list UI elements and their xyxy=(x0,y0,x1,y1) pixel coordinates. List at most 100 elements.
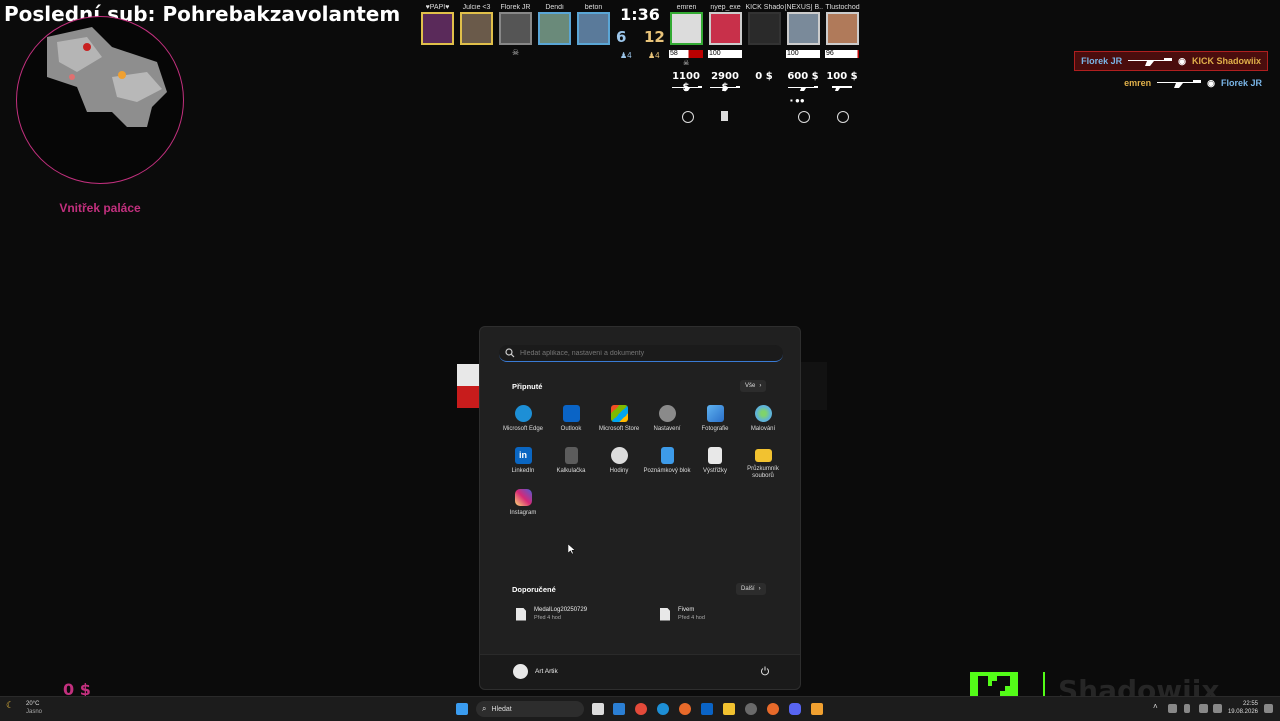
killfeed-killer: emren xyxy=(1124,78,1152,88)
t-team-row: emren nyep_exe KICK Shado... [NEXUS] B..… xyxy=(669,4,860,48)
t-score: 12 xyxy=(644,28,665,46)
radar-minimap xyxy=(16,16,184,184)
skull-icon: ☠ xyxy=(683,60,690,67)
ak47-icon xyxy=(1128,57,1173,66)
app-label: Kalkulačka xyxy=(556,468,586,474)
calculator-icon xyxy=(564,447,578,464)
chevron-right-icon: › xyxy=(759,383,762,389)
app-label: Nastavení xyxy=(653,426,681,432)
t-player-5-hp: 96 xyxy=(825,50,859,58)
defuse-icon xyxy=(682,111,694,123)
mouse-cursor-icon xyxy=(568,544,575,554)
killfeed-victim: Florek JR xyxy=(1220,78,1262,88)
pinned-app-linkedin[interactable]: in LinkedIn xyxy=(499,445,547,487)
more-button[interactable]: Další › xyxy=(736,583,766,595)
clock-date[interactable]: 19.08.2026 xyxy=(1226,709,1258,715)
player-avatar xyxy=(826,12,859,45)
obs-icon[interactable] xyxy=(811,703,823,715)
snipping-icon xyxy=(708,447,722,464)
recommended-item[interactable]: MedalLog20250729 Před 4 hod xyxy=(516,607,587,621)
taskbar: ☾ 20°C Jasno ⌕ Hledat ˄ 22:55 19.08.2026 xyxy=(0,696,1280,721)
file-icon xyxy=(660,607,670,621)
defuse-icon xyxy=(837,111,849,123)
t-player-1-hp: 58 xyxy=(669,50,703,58)
app-label: Outlook xyxy=(560,426,582,432)
weather-desc[interactable]: Jasno xyxy=(26,709,42,715)
t-player-3-money: 0 $ xyxy=(755,71,773,82)
player-avatar xyxy=(748,12,781,45)
power-icon[interactable] xyxy=(760,666,770,676)
pinned-app-store[interactable]: Microsoft Store xyxy=(595,403,643,445)
avatar[interactable] xyxy=(513,664,528,679)
cloud-icon[interactable] xyxy=(1168,704,1177,713)
pinned-app-calculator[interactable]: Kalkulačka xyxy=(547,445,595,487)
killfeed-killer: Florek JR xyxy=(1081,56,1123,66)
chevron-up-icon[interactable]: ˄ xyxy=(1153,702,1158,711)
pinned-app-notepad[interactable]: Poznámkový blok xyxy=(643,445,691,487)
notepad-icon xyxy=(660,447,674,464)
all-apps-button[interactable]: Vše › xyxy=(740,380,767,392)
ct-alive-count: ♟4 xyxy=(620,51,632,60)
t-player-5: Tlustochod xyxy=(825,4,860,48)
player-name: emren xyxy=(676,4,697,11)
pinned-app-photos[interactable]: Fotografie xyxy=(691,403,739,445)
pinned-app-settings[interactable]: Nastavení xyxy=(643,403,691,445)
player-name: Florek JR xyxy=(500,4,531,11)
firefox-icon[interactable] xyxy=(679,703,691,715)
recommended-item[interactable]: Fivem Před 4 hod xyxy=(660,607,705,621)
task-view-icon[interactable] xyxy=(592,703,604,715)
pinned-app-explorer[interactable]: Průzkumník souborů xyxy=(739,445,787,487)
weather-temp[interactable]: 20°C xyxy=(26,701,39,707)
player-name: Tlustochod xyxy=(825,4,860,11)
recommended-section-title: Doporučené xyxy=(512,585,556,594)
t-player-4-money: 600 $ xyxy=(787,71,819,82)
rifle-icon xyxy=(672,86,702,91)
clock-time[interactable]: 22:55 xyxy=(1232,701,1258,707)
ak47-icon xyxy=(1157,79,1202,88)
edge-icon[interactable] xyxy=(657,703,669,715)
player-name: nyep_exe xyxy=(710,4,741,11)
notification-icon[interactable] xyxy=(1264,704,1273,713)
ct-player-2: Julcie <3 xyxy=(459,4,494,48)
recommended-item-time: Před 4 hod xyxy=(534,615,561,621)
recommended-item-name: Fivem xyxy=(678,607,695,613)
discord-icon[interactable] xyxy=(789,703,801,715)
chevron-right-icon: › xyxy=(758,586,761,592)
pinned-app-outlook[interactable]: Outlook xyxy=(547,403,595,445)
app-label: Poznámkový blok xyxy=(643,468,691,474)
pinned-app-instagram[interactable]: Instagram xyxy=(499,487,547,529)
store-icon xyxy=(610,405,628,422)
player-name: Julcie <3 xyxy=(462,4,491,11)
pinned-app-snipping[interactable]: Výstřižky xyxy=(691,445,739,487)
instagram-icon xyxy=(514,489,532,506)
pinned-app-paint[interactable]: Malování xyxy=(739,403,787,445)
ct-player-1: ♥PAPI♥ xyxy=(420,4,455,48)
microphone-icon[interactable] xyxy=(1184,704,1190,713)
volume-icon[interactable] xyxy=(1213,704,1222,713)
defuse-icon xyxy=(798,111,810,123)
outlook-icon[interactable] xyxy=(701,703,713,715)
paint-icon xyxy=(754,405,772,422)
radar-location-label: Vnitřek paláce xyxy=(59,201,141,215)
pinned-app-clock[interactable]: Hodiny xyxy=(595,445,643,487)
weather-moon-icon[interactable]: ☾ xyxy=(6,700,14,711)
network-icon[interactable] xyxy=(1199,704,1208,713)
store-icon[interactable] xyxy=(613,703,625,715)
start-user-bar: Art Artik xyxy=(480,654,800,689)
killfeed-entry: Florek JR ◉ KICK Shadowiix xyxy=(1074,51,1268,71)
app-label: Průzkumník souborů xyxy=(747,466,779,479)
player-avatar xyxy=(538,12,571,45)
folder-icon xyxy=(754,449,772,462)
steam-icon[interactable] xyxy=(745,703,757,715)
player-name: Dendi xyxy=(545,4,564,11)
start-search-input[interactable] xyxy=(518,348,772,358)
taskbar-search[interactable]: ⌕ Hledat xyxy=(476,701,584,717)
folder-icon[interactable] xyxy=(723,703,735,715)
start-search-box[interactable] xyxy=(499,345,783,362)
firefox-icon[interactable] xyxy=(767,703,779,715)
pinned-app-edge[interactable]: Microsoft Edge xyxy=(499,403,547,445)
chrome-icon[interactable] xyxy=(635,703,647,715)
windows-start-icon[interactable] xyxy=(456,703,468,715)
radar-map-shape xyxy=(47,27,167,127)
user-name[interactable]: Art Artik xyxy=(535,668,558,675)
